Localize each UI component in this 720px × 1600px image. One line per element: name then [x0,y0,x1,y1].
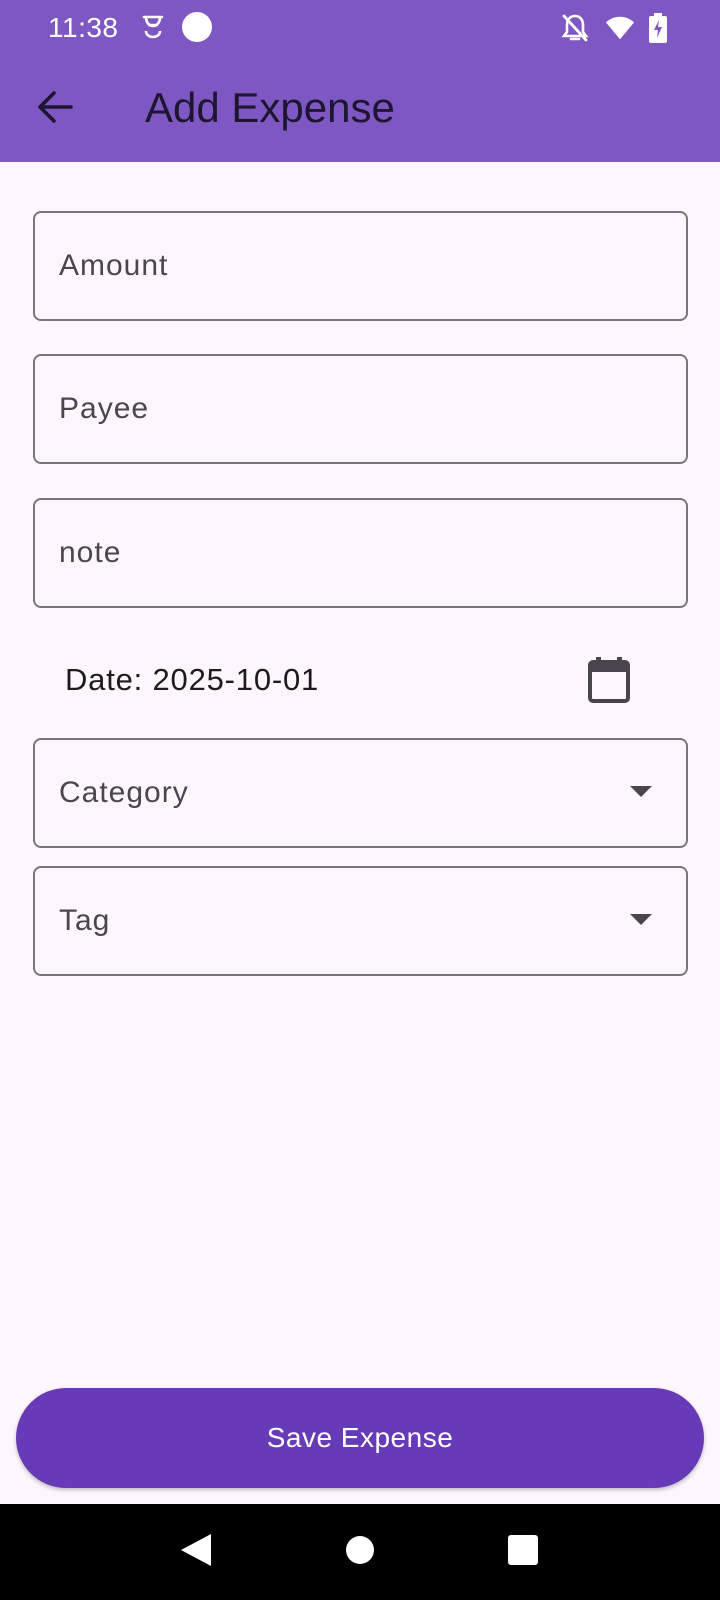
notifications-off-icon [560,12,590,44]
category-label: Category [59,776,189,809]
dropdown-arrow-icon [630,786,652,797]
circle-icon [182,12,212,42]
payee-field [33,354,688,464]
category-dropdown[interactable]: Category [33,738,688,848]
note-input[interactable] [35,500,686,606]
page-title: Add Expense [145,84,395,131]
battery-charging-icon [643,12,673,44]
nav-recents-icon [507,1534,539,1571]
dropdown-arrow-icon [630,914,652,925]
nav-back-icon [179,1532,213,1573]
notification-app-icon [138,12,168,42]
date-label: Date: 2025-10-01 [65,662,320,697]
date-row: Date: 2025-10-01 [33,640,688,722]
nav-back-button[interactable] [172,1528,220,1576]
tag-dropdown[interactable]: Tag [33,866,688,976]
tag-label: Tag [59,904,111,937]
arrow-back-icon [37,90,73,129]
status-time: 11:38 [48,12,119,43]
amount-field [33,211,688,321]
app-bar: Add Expense [0,56,720,162]
save-expense-button[interactable]: Save Expense [16,1388,704,1488]
nav-recents-button[interactable] [499,1528,547,1576]
status-bar: 11:38 [0,0,720,56]
nav-home-button[interactable] [336,1528,384,1576]
nav-home-icon [345,1535,375,1570]
calendar-icon [588,656,630,708]
calendar-button[interactable] [581,654,637,710]
system-nav-bar [0,1504,720,1600]
payee-input[interactable] [35,356,686,462]
note-field [33,498,688,608]
amount-input[interactable] [35,213,686,319]
back-button[interactable] [24,78,86,140]
wifi-icon [605,12,635,44]
top-header: 11:38 Add Expense [0,0,720,162]
